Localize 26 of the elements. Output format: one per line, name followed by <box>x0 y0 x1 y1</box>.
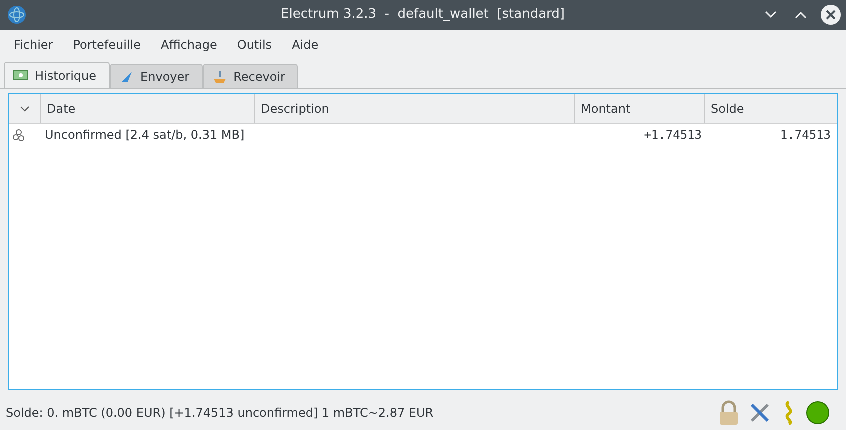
column-header[interactable]: Montant <box>575 94 705 123</box>
column-header[interactable]: Description <box>255 94 575 123</box>
column-header[interactable]: Date <box>41 94 255 123</box>
menu-item[interactable]: Outils <box>227 30 282 60</box>
connection-status-icon[interactable] <box>806 401 830 425</box>
menu-item[interactable]: Fichier <box>4 30 64 60</box>
chevron-down-icon <box>765 11 777 19</box>
column-header[interactable]: Solde <box>705 94 834 123</box>
unconfirmed-icon <box>12 128 26 143</box>
chevron-up-icon <box>795 11 807 19</box>
table-cell-text: +1.74513 <box>643 127 703 144</box>
app-logo-icon <box>7 5 27 25</box>
tab[interactable]: Historique <box>4 62 110 88</box>
menu-item[interactable]: Portefeuille <box>63 30 151 60</box>
tab[interactable]: Recevoir <box>202 64 298 88</box>
menu-item[interactable]: Affichage <box>151 30 228 60</box>
menu-item[interactable]: Aide <box>282 30 329 60</box>
tab[interactable]: Envoyer <box>110 64 203 88</box>
window-title: Electrum 3.2.3 - default_wallet [standard] <box>281 6 565 24</box>
tools-icon[interactable] <box>748 401 772 425</box>
chevron-down-icon <box>20 106 30 112</box>
table-cell-text: Unconfirmed [2.4 sat/b, 0.31 MB] <box>44 127 246 144</box>
table-cell-text: 1.74513 <box>779 127 832 144</box>
status-text: Solde: 0. mBTC (0.00 EUR) [+1.74513 unconfirmed] 1 mBTC~2.87 EUR <box>6 405 434 422</box>
close-button[interactable] <box>820 4 842 26</box>
banknote-icon <box>13 68 29 84</box>
